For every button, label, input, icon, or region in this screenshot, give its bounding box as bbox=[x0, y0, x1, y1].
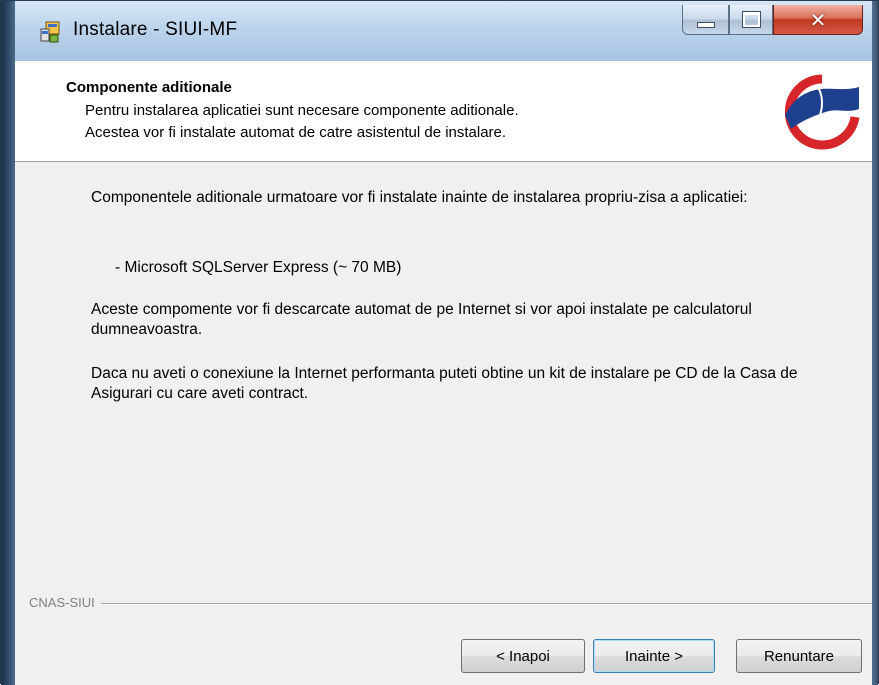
close-button[interactable]: ✕ bbox=[773, 5, 863, 35]
wizard-header: Componente aditionale Pentru instalarea … bbox=[15, 61, 872, 162]
component-item: - Microsoft SQLServer Express (~ 70 MB) bbox=[115, 259, 402, 276]
page-title: Componente aditionale bbox=[66, 79, 232, 96]
info-paragraph-1: Componentele aditionale urmatoare vor fi… bbox=[91, 189, 748, 206]
maximize-icon bbox=[741, 11, 761, 28]
dialog-client-area: Componente aditionale Pentru instalarea … bbox=[15, 61, 872, 685]
cancel-button[interactable]: Renuntare bbox=[736, 639, 862, 673]
next-button[interactable]: Inainte > bbox=[593, 639, 715, 673]
info-paragraph-2: Aceste compomente vor fi descarcate auto… bbox=[91, 301, 752, 338]
close-icon: ✕ bbox=[809, 7, 827, 32]
cnas-logo bbox=[784, 74, 860, 150]
page-subtitle-line-2: Acestea vor fi instalate automat de catr… bbox=[85, 124, 507, 141]
window-frame: Instalare - SIUI-MF ✕ Componente adition… bbox=[0, 0, 879, 685]
installer-app-icon bbox=[40, 21, 60, 43]
info-paragraph-3: Daca nu aveti o conexiune la Internet pe… bbox=[91, 365, 798, 402]
minimize-icon bbox=[696, 21, 715, 28]
footer-group-label: CNAS-SIUI bbox=[29, 595, 101, 610]
maximize-button[interactable] bbox=[729, 5, 773, 35]
window-title: Instalare - SIUI-MF bbox=[73, 19, 238, 40]
title-bar[interactable]: Instalare - SIUI-MF ✕ bbox=[15, 1, 872, 61]
back-button[interactable]: < Inapoi bbox=[461, 639, 585, 673]
minimize-button[interactable] bbox=[682, 5, 729, 35]
window-border-left bbox=[1, 1, 15, 685]
footer-separator bbox=[29, 603, 872, 605]
page-subtitle-line-1: Pentru instalarea aplicatiei sunt necesa… bbox=[85, 102, 519, 119]
